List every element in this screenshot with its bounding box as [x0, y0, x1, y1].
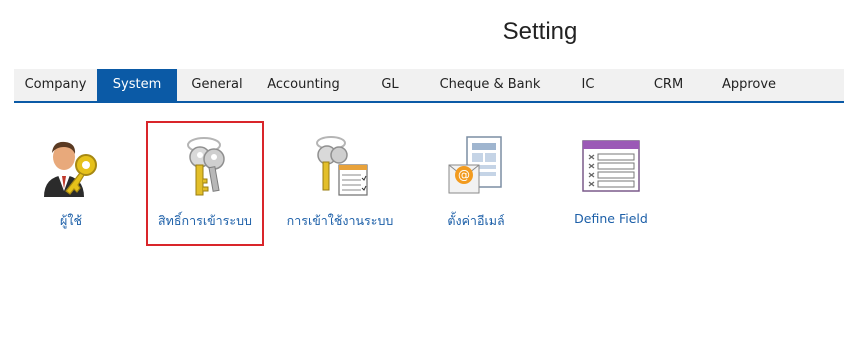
tab-crm[interactable]: CRM [626, 69, 711, 101]
tab-general[interactable]: General [177, 69, 257, 101]
define-field-icon [582, 140, 640, 192]
tab-approve[interactable]: Approve [711, 69, 787, 101]
tile-email-settings[interactable]: @ ตั้งค่าอีเมล์ [417, 121, 535, 246]
key-checklist-icon [316, 136, 368, 196]
tile-access-rights-label: สิทธิ์การเข้าระบบ [158, 213, 252, 228]
settings-tab-bar: Company System General Accounting GL Che… [14, 69, 844, 103]
tab-system[interactable]: System [97, 69, 177, 101]
tab-company[interactable]: Company [14, 69, 97, 101]
tile-users[interactable]: ผู้ใช้ [12, 121, 130, 246]
tile-users-label: ผู้ใช้ [60, 213, 82, 228]
tile-define-field-label: Define Field [574, 211, 648, 226]
tile-email-settings-label: ตั้งค่าอีเมล์ [447, 213, 505, 228]
tab-accounting[interactable]: Accounting [257, 69, 350, 101]
tile-access-rights[interactable]: สิทธิ์การเข้าระบบ [146, 121, 264, 246]
tab-ic[interactable]: IC [550, 69, 626, 101]
tab-cheque-bank[interactable]: Cheque & Bank [430, 69, 550, 101]
user-key-icon [44, 141, 97, 197]
tile-define-field[interactable]: Define Field [552, 121, 670, 246]
email-settings-icon: @ [448, 136, 502, 194]
tile-system-usage-label: การเข้าใช้งานระบบ [286, 213, 394, 228]
tile-system-usage[interactable]: การเข้าใช้งานระบบ [281, 121, 399, 246]
svg-text:@: @ [458, 168, 470, 182]
keys-icon [187, 137, 225, 196]
page-title: Setting [502, 18, 578, 45]
tab-gl[interactable]: GL [350, 69, 430, 101]
